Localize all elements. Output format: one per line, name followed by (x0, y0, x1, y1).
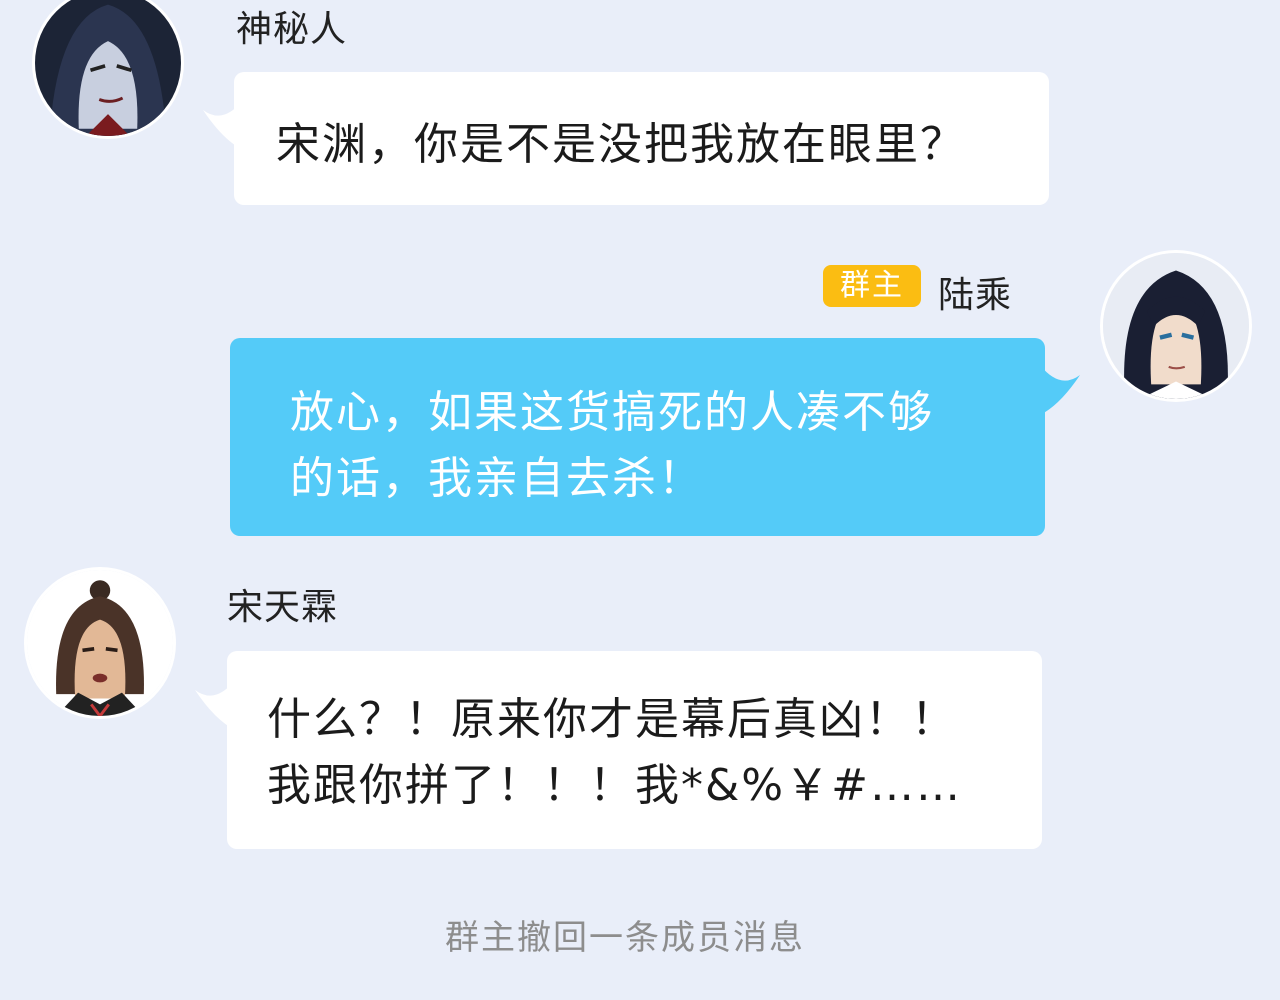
message-text: 我跟你拼了！！！我*&%￥#…… (267, 760, 962, 811)
sender-name: 陆乘 (938, 275, 1013, 316)
avatar-mysterious-man[interactable] (35, 0, 181, 136)
sender-name: 神秘人 (236, 9, 348, 50)
hooded-man-avatar-icon (35, 0, 181, 136)
message-text: 什么？！原来你才是幕后真凶！！ (267, 694, 957, 745)
message-text: 宋渊，你是不是没把我放在眼里？ (276, 119, 966, 170)
sender-name: 宋天霖 (227, 587, 339, 628)
avatar-song-tianlin[interactable] (27, 570, 173, 716)
message-bubble[interactable]: 放心，如果这货搞死的人凑不够 的话，我亲自去杀！ (230, 338, 1045, 536)
message-text: 的话，我亲自去杀！ (290, 453, 704, 504)
system-notice: 群主撤回一条成员消息 (445, 918, 805, 958)
avatar-lu-cheng[interactable] (1103, 253, 1249, 399)
bubble-tail (1040, 365, 1080, 415)
young-man-topknot-avatar-icon (27, 570, 173, 716)
long-haired-swordsman-avatar-icon (1103, 253, 1249, 399)
owner-badge: 群主 (823, 265, 921, 307)
message-text: 放心，如果这货搞死的人凑不够 (290, 387, 934, 438)
message-bubble[interactable]: 宋渊，你是不是没把我放在眼里？ (234, 72, 1049, 205)
message-bubble[interactable]: 什么？！原来你才是幕后真凶！！ 我跟你拼了！！！我*&%￥#…… (227, 651, 1042, 849)
